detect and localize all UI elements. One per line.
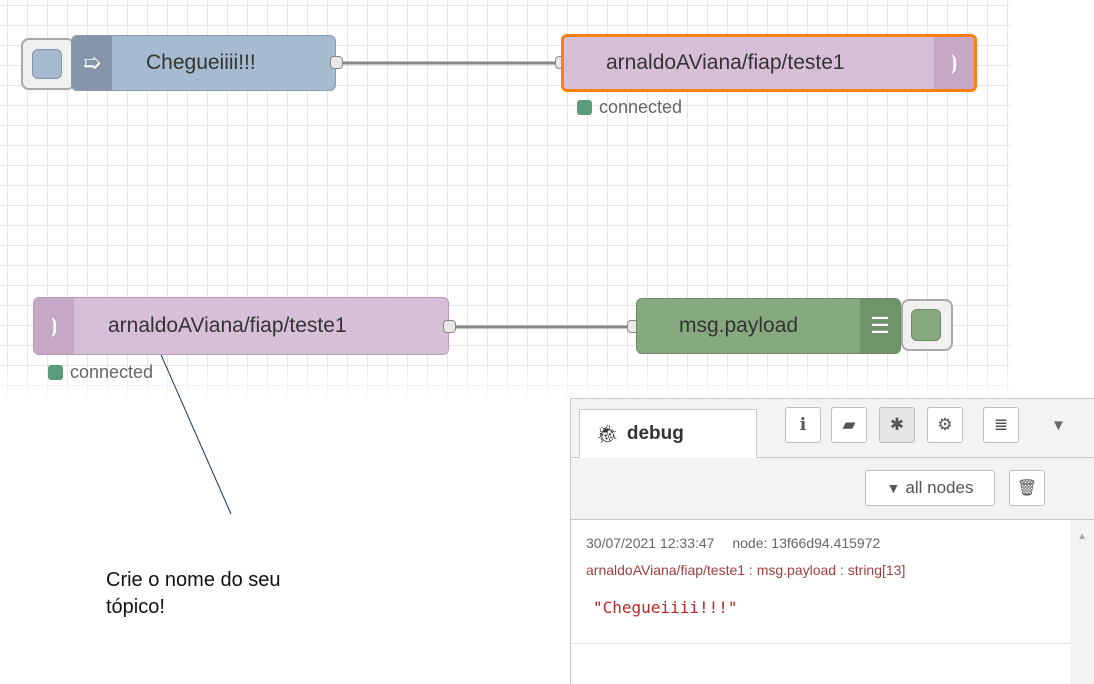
gear-icon[interactable]: ⚙ <box>927 407 963 443</box>
filter-nodes-button[interactable]: ▼ all nodes <box>865 470 995 506</box>
status-connected-dot <box>577 100 592 115</box>
message-value[interactable]: "Chegueiiii!!!" <box>593 598 738 617</box>
scrollbar[interactable] <box>1070 520 1094 684</box>
tab-debug-label: debug <box>626 423 684 444</box>
message-timestamp: 30/07/2021 12:33:47 <box>586 535 715 551</box>
debug-messages[interactable]: 30/07/2021 12:33:47 node: 13f66d94.41597… <box>571 520 1070 684</box>
bug-icon: 🐞︎ <box>596 423 619 444</box>
debug-sidebar: 🐞︎ debug i ▰ ✱ ⚙ ≣ ▼ ▼ all nodes 🗑︎ 30/0… <box>570 398 1094 684</box>
inject-node-label: Chegueiiii!!! <box>146 51 256 74</box>
annotation-line2: tópico! <box>106 596 165 618</box>
mqtt-out-status-label: connected <box>599 97 683 117</box>
debug-toggle-button[interactable] <box>901 299 953 351</box>
mqtt-in-label: arnaldoAViana/fiap/teste1 <box>108 314 347 337</box>
debug-message[interactable]: 30/07/2021 12:33:47 node: 13f66d94.41597… <box>571 520 1070 644</box>
message-node-id[interactable]: node: 13f66d94.415972 <box>732 535 880 551</box>
inject-output-port[interactable] <box>330 56 343 69</box>
database-icon[interactable]: ≣ <box>983 407 1019 443</box>
wifi-icon: ⦘ <box>34 298 74 354</box>
filter-icon: ▼ <box>886 480 901 496</box>
tab-debug[interactable]: 🐞︎ debug <box>579 409 757 458</box>
mqtt-out-status: connected <box>577 97 682 118</box>
bug-icon[interactable]: ✱ <box>879 407 915 443</box>
debug-node[interactable]: msg.payload ☰ <box>636 298 901 354</box>
message-topic: arnaldoAViana/fiap/teste1 : msg.payload … <box>586 562 906 578</box>
message-meta: 30/07/2021 12:33:47 node: 13f66d94.41597… <box>586 535 894 551</box>
mqtt-in-status-label: connected <box>70 362 154 382</box>
book-icon[interactable]: ▰ <box>831 407 867 443</box>
list-icon: ☰ <box>860 299 900 353</box>
mqtt-in-status: connected <box>48 362 153 383</box>
inject-button-face[interactable] <box>32 49 62 79</box>
status-connected-dot <box>48 365 63 380</box>
scroll-up-icon[interactable]: ▲ <box>1077 531 1087 542</box>
debug-toolbar: ▼ all nodes 🗑︎ <box>571 458 1094 520</box>
annotation-line1: Crie o nome do seu <box>106 569 281 591</box>
filter-label: all nodes <box>905 478 974 497</box>
clear-messages-button[interactable]: 🗑︎ <box>1009 470 1045 506</box>
debug-toggle-face[interactable] <box>911 309 941 341</box>
inject-node[interactable]: ➯ Chegueiiii!!! <box>71 35 336 91</box>
info-icon[interactable]: i <box>785 407 821 443</box>
debug-node-label: msg.payload <box>679 314 799 337</box>
mqtt-in-node[interactable]: ⦘ arnaldoAViana/fiap/teste1 <box>33 297 449 355</box>
trash-icon: 🗑︎ <box>1016 480 1038 497</box>
mqtt-out-label: arnaldoAViana/fiap/teste1 <box>606 51 845 74</box>
annotation-text: Crie o nome do seu tópico! <box>106 567 281 621</box>
mqtt-in-output-port[interactable] <box>443 320 456 333</box>
wifi-icon: ⦘ <box>934 37 974 89</box>
inject-button[interactable] <box>21 38 75 90</box>
arrow-in-icon: ➯ <box>72 36 112 90</box>
chevron-down-icon[interactable]: ▼ <box>1051 417 1066 434</box>
mqtt-out-node[interactable]: arnaldoAViana/fiap/teste1 ⦘ <box>561 34 977 92</box>
